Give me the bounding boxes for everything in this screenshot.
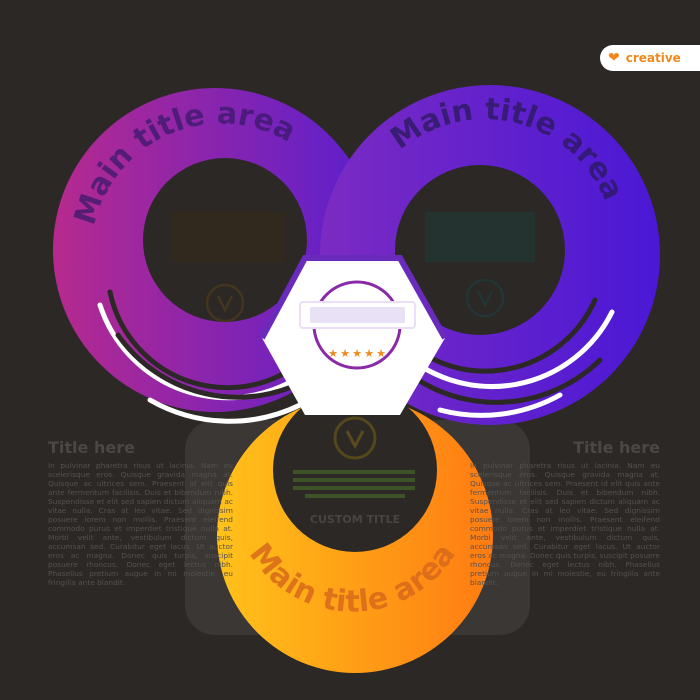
star-icon: ★ bbox=[376, 347, 386, 360]
heart-icon: ❤ bbox=[608, 50, 620, 66]
bottom-text-line-1 bbox=[293, 470, 415, 474]
bottom-text-line-3 bbox=[293, 486, 415, 490]
side-panel-right: Title here In pulvinar pharetra risus ut… bbox=[470, 438, 660, 587]
emblem-stars: ★ ★ ★ ★ ★ bbox=[328, 347, 386, 360]
badge-label: creative bbox=[625, 51, 681, 65]
bottom-caption: CUSTOM TITLE bbox=[310, 513, 400, 526]
bottom-text-line-4 bbox=[305, 494, 405, 498]
star-icon: ★ bbox=[364, 347, 374, 360]
infographic-canvas: Main title area Main title area Main tit… bbox=[53, 85, 660, 673]
side-right-body: In pulvinar pharetra risus ut lacinia. N… bbox=[470, 461, 660, 587]
creative-badge: ❤ creative bbox=[600, 45, 700, 71]
ring-left-placeholder bbox=[170, 212, 285, 262]
star-icon: ★ bbox=[328, 347, 338, 360]
side-right-title: Title here bbox=[573, 438, 660, 457]
star-icon: ★ bbox=[352, 347, 362, 360]
ring-right-placeholder bbox=[425, 212, 535, 262]
side-left-title: Title here bbox=[48, 438, 135, 457]
side-panel-left: Title here In pulvinar pharetra risus ut… bbox=[48, 438, 233, 587]
bottom-text-line-2 bbox=[293, 478, 415, 482]
star-icon: ★ bbox=[340, 347, 350, 360]
emblem-label-fill bbox=[310, 307, 405, 323]
side-left-body: In pulvinar pharetra risus ut lacinia. N… bbox=[48, 461, 233, 587]
